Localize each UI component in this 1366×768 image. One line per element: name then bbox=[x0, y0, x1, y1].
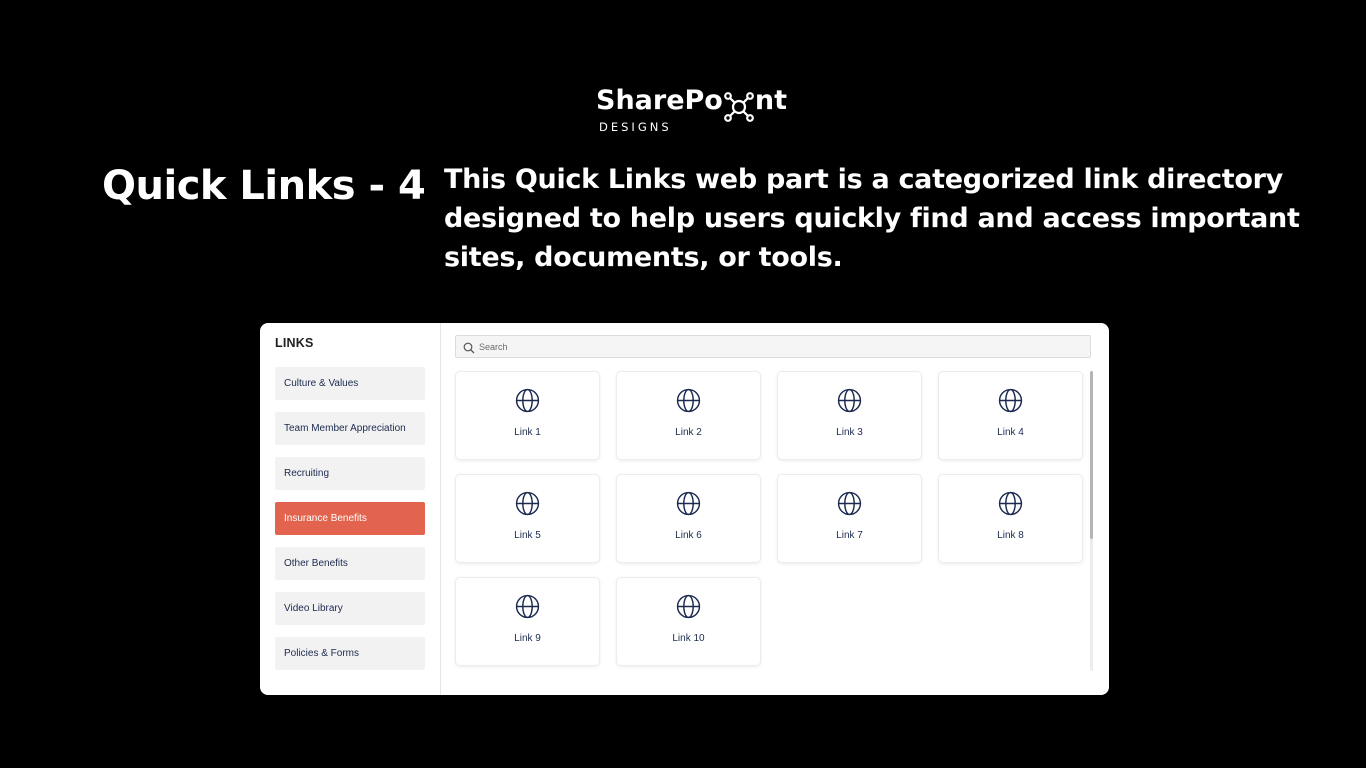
globe-icon bbox=[515, 491, 540, 516]
globe-icon bbox=[676, 491, 701, 516]
category-other-benefits[interactable]: Other Benefits bbox=[275, 547, 425, 580]
category-label: Team Member Appreciation bbox=[284, 423, 406, 434]
link-label: Link 9 bbox=[514, 633, 541, 644]
category-label: Policies & Forms bbox=[284, 648, 360, 659]
category-culture-values[interactable]: Culture & Values bbox=[275, 367, 425, 400]
link-label: Link 10 bbox=[672, 633, 705, 644]
link-label: Link 8 bbox=[997, 530, 1024, 541]
link-tile-3[interactable]: Link 3 bbox=[778, 372, 921, 459]
search-input[interactable] bbox=[478, 336, 1079, 357]
category-label: Recruiting bbox=[284, 468, 330, 479]
link-label: Link 2 bbox=[675, 427, 702, 438]
globe-icon bbox=[837, 388, 862, 413]
link-label: Link 1 bbox=[514, 427, 541, 438]
category-sidebar: LINKS Culture & Values Team Member Appre… bbox=[260, 323, 441, 695]
category-label: Culture & Values bbox=[284, 378, 359, 389]
category-policies-forms[interactable]: Policies & Forms bbox=[275, 637, 425, 670]
brand-name-part2: nt bbox=[754, 85, 787, 116]
globe-icon bbox=[676, 594, 701, 619]
category-insurance-benefits[interactable]: Insurance Benefits bbox=[275, 502, 425, 535]
brand-name-part1: SharePo bbox=[596, 85, 723, 116]
category-label: Other Benefits bbox=[284, 558, 348, 569]
globe-icon bbox=[998, 491, 1023, 516]
search-box bbox=[455, 335, 1091, 358]
link-label: Link 6 bbox=[675, 530, 702, 541]
globe-icon bbox=[676, 388, 701, 413]
category-recruiting[interactable]: Recruiting bbox=[275, 457, 425, 490]
quick-links-webpart: LINKS Culture & Values Team Member Appre… bbox=[260, 323, 1109, 695]
sidebar-title: LINKS bbox=[275, 336, 314, 350]
link-tile-6[interactable]: Link 6 bbox=[617, 475, 760, 562]
globe-icon bbox=[837, 491, 862, 516]
category-label: Insurance Benefits bbox=[284, 513, 367, 524]
globe-icon bbox=[515, 594, 540, 619]
brand-subtitle: DESIGNS bbox=[599, 120, 672, 134]
link-tile-10[interactable]: Link 10 bbox=[617, 578, 760, 665]
category-label: Video Library bbox=[284, 603, 343, 614]
link-label: Link 5 bbox=[514, 530, 541, 541]
link-label: Link 3 bbox=[836, 427, 863, 438]
link-label: Link 4 bbox=[997, 427, 1024, 438]
brand-wordmark: SharePo nt bbox=[596, 84, 787, 122]
link-tile-5[interactable]: Link 5 bbox=[456, 475, 599, 562]
category-team-member-appreciation[interactable]: Team Member Appreciation bbox=[275, 412, 425, 445]
link-tile-8[interactable]: Link 8 bbox=[939, 475, 1082, 562]
link-tile-9[interactable]: Link 9 bbox=[456, 578, 599, 665]
page-description: This Quick Links web part is a categoriz… bbox=[444, 164, 1300, 273]
link-tiles-grid: Link 1 Link 2 Link 3 Link 4 Link 5 Link … bbox=[455, 371, 1085, 671]
link-label: Link 7 bbox=[836, 530, 863, 541]
link-tile-1[interactable]: Link 1 bbox=[456, 372, 599, 459]
page: SharePo nt DESIGNS Quick Links - 4 This … bbox=[0, 0, 1366, 768]
page-title: Quick Links - 4 bbox=[102, 163, 426, 209]
search-icon bbox=[463, 341, 475, 354]
globe-icon bbox=[998, 388, 1023, 413]
link-tile-7[interactable]: Link 7 bbox=[778, 475, 921, 562]
link-tile-2[interactable]: Link 2 bbox=[617, 372, 760, 459]
link-tile-4[interactable]: Link 4 bbox=[939, 372, 1082, 459]
scrollbar-thumb[interactable] bbox=[1090, 371, 1093, 539]
network-node-icon bbox=[722, 90, 756, 124]
category-video-library[interactable]: Video Library bbox=[275, 592, 425, 625]
brand-logo: SharePo nt DESIGNS bbox=[596, 82, 787, 136]
globe-icon bbox=[515, 388, 540, 413]
tiles-scrollbar[interactable] bbox=[1090, 371, 1093, 671]
